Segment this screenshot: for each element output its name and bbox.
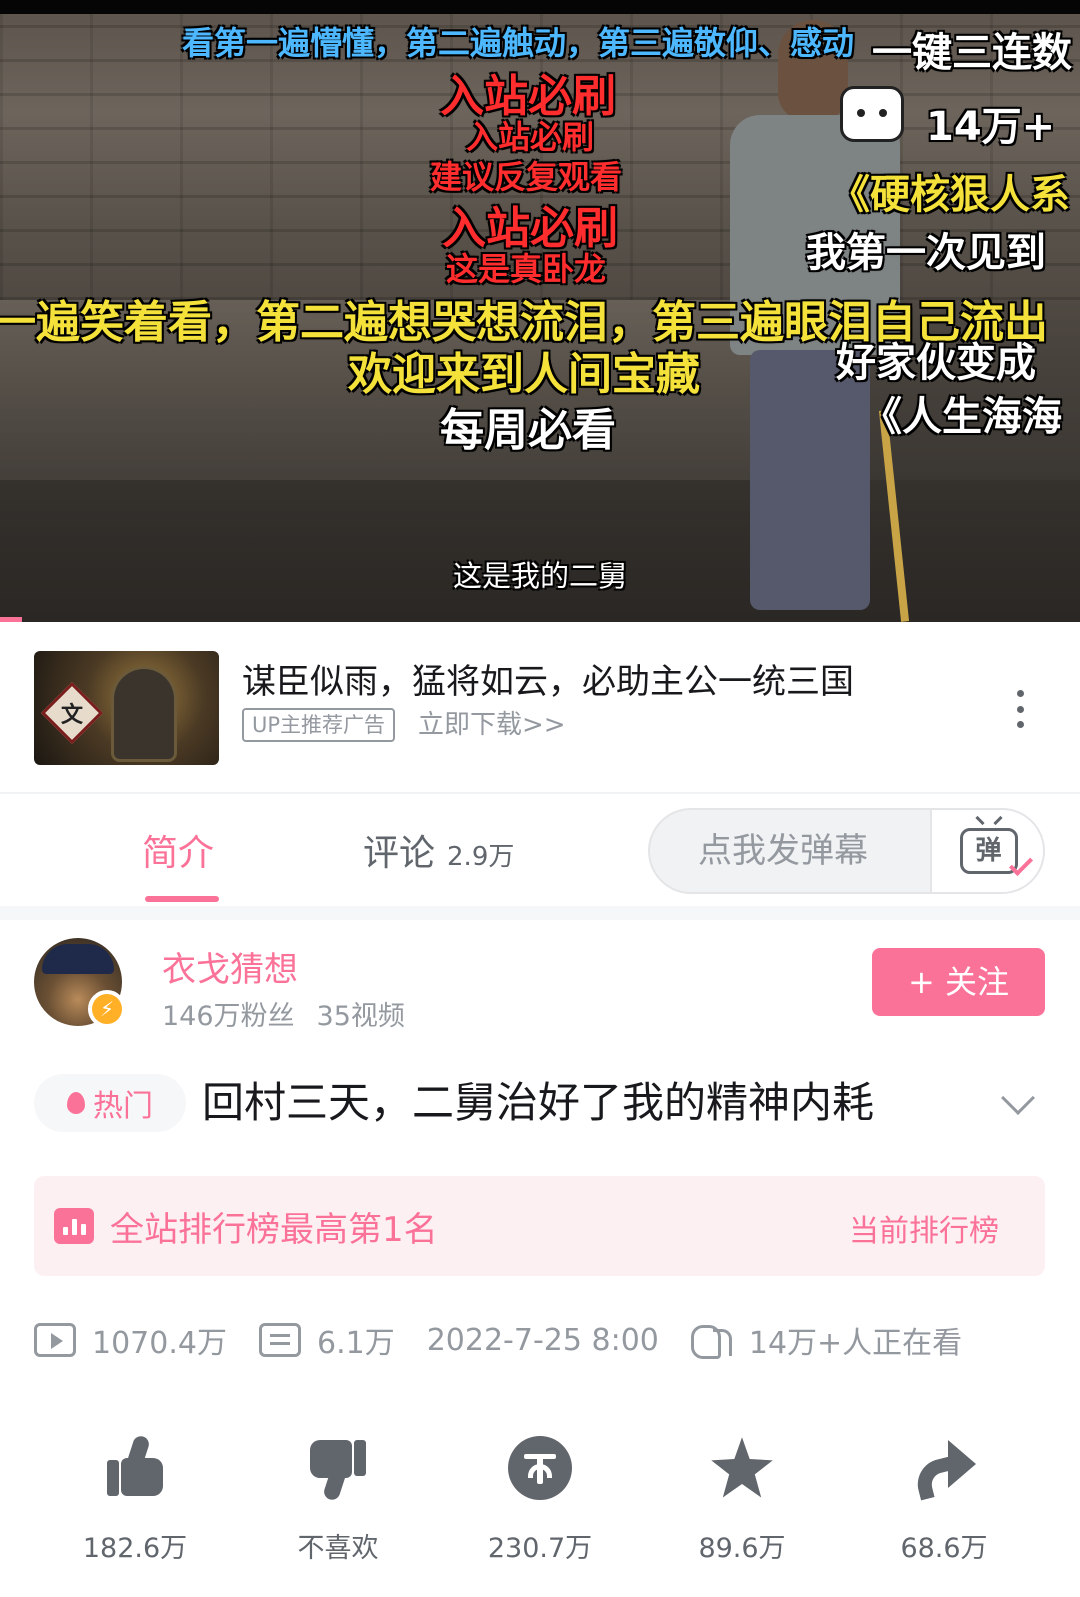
ad-label-badge: UP主推荐广告 (242, 708, 396, 742)
danmaku-comment: 《人生海海 (862, 394, 1062, 440)
play-count-icon (34, 1323, 76, 1357)
video-subtitle: 这是我的二舅 (452, 559, 627, 593)
danmaku-input[interactable]: 点我发弹幕 (650, 810, 932, 892)
hot-badge-label: 热门 (93, 1089, 153, 1124)
ad-title[interactable]: 谋臣似雨，猛将如云，必助主公一统三国 (242, 654, 854, 703)
ranking-banner[interactable]: 全站排行榜最高第1名 当前排行榜 (34, 1176, 1045, 1276)
thumbs-up-icon (103, 1434, 167, 1500)
danmaku-count: 6.1万 (316, 1326, 395, 1361)
ad-thumbnail-glyph: 文 (60, 703, 83, 728)
dislike-label: 不喜欢 (297, 1533, 379, 1564)
danmaku-comment: 《硬核狠人系 (830, 172, 1070, 218)
thumbs-down-icon (306, 1436, 370, 1502)
ranking-text: 全站排行榜最高第1名 (110, 1210, 438, 1250)
sponsored-ad[interactable]: 文 谋臣似雨，猛将如云，必助主公一统三国 UP主推荐广告 立即下载>> (0, 622, 1080, 794)
tab-comments[interactable]: 评论 2.9万 (363, 824, 514, 876)
play-count: 1070.4万 (92, 1326, 227, 1361)
chevron-down-icon[interactable] (1001, 1081, 1035, 1115)
coin-icon (508, 1436, 572, 1500)
hot-badge[interactable]: 热门 (34, 1074, 186, 1132)
danmaku-toggle-button[interactable]: 弹 (932, 810, 1043, 892)
publish-date: 2022-7-25 8:00 (426, 1322, 659, 1358)
current-ranking-link[interactable]: 当前排行榜 (849, 1206, 999, 1250)
video-count: 35视频 (316, 1001, 405, 1032)
dislike-button[interactable]: 不喜欢 (258, 1428, 418, 1568)
uploader-name[interactable]: 衣戈猜想 (162, 942, 298, 991)
coin-button[interactable]: 230.7万 (460, 1428, 620, 1568)
danmaku-comment: 14万+ (926, 104, 1056, 150)
ad-thumbnail[interactable]: 文 (34, 651, 219, 765)
share-button[interactable]: 68.6万 (864, 1428, 1024, 1568)
danmaku-comment: 这是真卧龙 (446, 250, 607, 288)
content-tabs: 简介 评论 2.9万 点我发弹幕 弹 (0, 794, 1080, 906)
fan-count: 146万粉丝 (162, 1001, 295, 1032)
share-icon (912, 1436, 976, 1501)
danmaku-comment: 一键三连数 (872, 30, 1072, 76)
tab-comments-label: 评论 (363, 833, 436, 874)
like-count: 182.6万 (82, 1533, 188, 1564)
video-title: 回村三天，二舅治好了我的精神内耗 (202, 1078, 875, 1127)
danmaku-comment: 看第一遍懵懂，第二遍触动，第三遍敬仰、感动 (182, 24, 855, 62)
live-viewers: 14万+人正在看 (748, 1326, 963, 1361)
viewers-icon (690, 1323, 735, 1359)
ad-download-link[interactable]: 立即下载>> (418, 708, 566, 742)
danmaku-comment: 我第一次见到 (806, 230, 1046, 276)
tab-intro[interactable]: 简介 (142, 824, 214, 876)
status-strip (0, 0, 1080, 14)
like-button[interactable]: 182.6万 (55, 1428, 215, 1568)
action-bar: 182.6万 不喜欢 230.7万 89.6万 68.6万 (0, 1428, 1080, 1568)
comment-count: 2.9万 (447, 842, 515, 872)
danmaku-count-icon (258, 1323, 301, 1357)
coin-count: 230.7万 (487, 1533, 593, 1564)
section-divider (0, 906, 1080, 920)
bar-chart-icon (54, 1208, 94, 1244)
danmaku-avatar-icon (840, 86, 904, 142)
star-icon (711, 1437, 773, 1498)
video-player[interactable]: 看第一遍懵懂，第二遍触动，第三遍敬仰、感动 一键三连数 入站必刷 14万+ 入站… (0, 0, 1080, 622)
more-options-icon[interactable] (1010, 682, 1030, 736)
uploader-stats: 146万粉丝 35视频 (162, 994, 405, 1033)
favorite-button[interactable]: 89.6万 (662, 1428, 822, 1568)
video-meta: 1070.4万 6.1万 2022-7-25 8:00 14万+人正在看 (34, 1318, 962, 1362)
active-tab-indicator (145, 896, 219, 902)
danmaku-comment: 好家伙变成 (836, 340, 1036, 386)
flame-icon (67, 1092, 85, 1114)
danmaku-comment: 欢迎来到人间宝藏 (348, 349, 700, 400)
share-count: 68.6万 (900, 1533, 988, 1564)
danmaku-comment: 每周必看 (440, 405, 616, 456)
follow-button[interactable]: + 关注 (872, 948, 1045, 1016)
danmaku-send-box[interactable]: 点我发弹幕 弹 (648, 808, 1045, 894)
favorite-count: 89.6万 (698, 1533, 786, 1564)
lightning-icon: ⚡ (88, 990, 126, 1028)
